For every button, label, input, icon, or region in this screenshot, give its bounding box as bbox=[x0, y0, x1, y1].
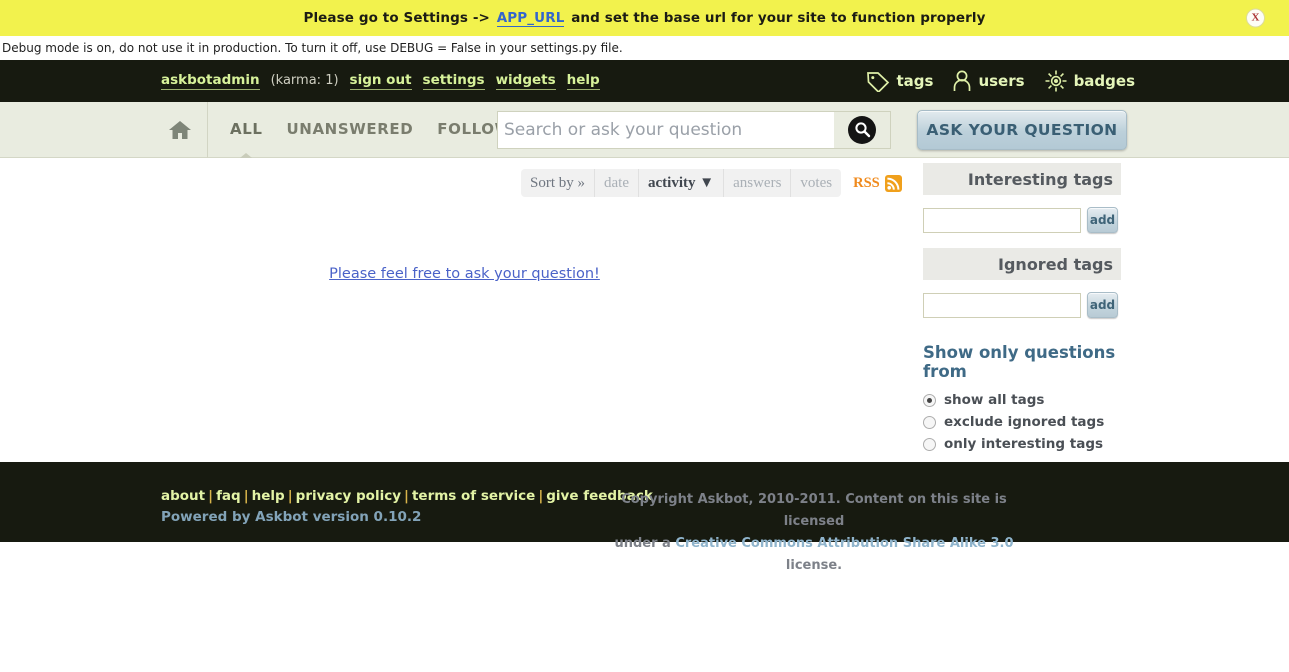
sort-by-label: Sort by » bbox=[521, 169, 596, 197]
nav-item-tags[interactable]: tags bbox=[866, 71, 933, 92]
footer-sep-2: | bbox=[243, 488, 249, 504]
sort-option-votes[interactable]: votes bbox=[791, 169, 841, 197]
footer-link-about[interactable]: about bbox=[161, 488, 205, 504]
banner-text-before: Please go to Settings -> bbox=[303, 10, 495, 26]
footer-sep-4: | bbox=[404, 488, 409, 504]
sort-option-answers[interactable]: answers bbox=[724, 169, 792, 197]
interesting-tags-header: Interesting tags bbox=[923, 163, 1121, 195]
settings-link[interactable]: settings bbox=[422, 72, 485, 90]
filter-option-exclude-ignored-tags[interactable]: exclude ignored tags bbox=[923, 411, 1121, 433]
footer-sep-1: | bbox=[208, 488, 214, 504]
footer-link-help[interactable]: help bbox=[252, 488, 285, 504]
toolbar-divider bbox=[207, 101, 208, 158]
ignored-tags-header: Ignored tags bbox=[923, 248, 1121, 280]
account-links: askbotadmin (karma: 1) sign out settings… bbox=[161, 72, 600, 90]
rss-link[interactable]: RSS bbox=[853, 169, 902, 197]
footer-link-privacy-policy[interactable]: privacy policy bbox=[296, 488, 401, 504]
ignored-tags-row: add bbox=[923, 292, 1121, 318]
secondary-toolbar: ALL UNANSWERED FOLLOWED ASK YOUR QUESTIO… bbox=[0, 101, 1289, 158]
filter-option-show-all-tags-label: show all tags bbox=[944, 392, 1045, 408]
sidebar: Interesting tags add Ignored tags add Sh… bbox=[923, 163, 1121, 455]
ask-question-link[interactable]: Please feel free to ask your question! bbox=[329, 266, 600, 282]
badge-gear-icon bbox=[1044, 69, 1068, 93]
search-icon bbox=[848, 115, 876, 144]
filter-radio-group: show all tags exclude ignored tags only … bbox=[923, 389, 1121, 455]
add-interesting-tag-button[interactable]: add bbox=[1087, 207, 1118, 233]
search-input[interactable] bbox=[498, 111, 834, 148]
sort-option-activity[interactable]: activity ▼ bbox=[639, 169, 725, 197]
filter-option-show-all-tags[interactable]: show all tags bbox=[923, 389, 1121, 411]
app-url-link[interactable]: APP_URL bbox=[496, 10, 565, 27]
empty-state-cta: Please feel free to ask your question! bbox=[0, 263, 929, 282]
radio-icon-only-interesting-tags[interactable] bbox=[923, 437, 936, 451]
footer-link-faq[interactable]: faq bbox=[216, 488, 241, 504]
sort-toolbar: Sort by » date activity ▼ answers votes … bbox=[521, 169, 902, 197]
user-icon bbox=[952, 70, 972, 92]
top-navigation-bar: askbotadmin (karma: 1) sign out settings… bbox=[0, 60, 1289, 102]
footer-sep-3: | bbox=[287, 488, 293, 504]
sort-options-group: Sort by » date activity ▼ answers votes bbox=[521, 169, 842, 197]
copyright-block: Copyright Askbot, 2010-2011. Content on … bbox=[600, 489, 1028, 577]
search-button[interactable] bbox=[834, 111, 890, 148]
top-nav-sections: tags users badges bbox=[866, 69, 1135, 93]
footer-links: about | faq | help | privacy policy | terms of s… bbox=[161, 488, 653, 525]
ignored-tags-input[interactable] bbox=[923, 292, 1081, 318]
username-link[interactable]: askbotadmin bbox=[161, 72, 260, 90]
copyright-line-1: Copyright Askbot, 2010-2011. Content on … bbox=[621, 492, 1007, 529]
powered-by-label: Powered by Askbot version 0.10.2 bbox=[161, 509, 422, 525]
banner-text-after: and set the base url for your site to fu… bbox=[566, 10, 986, 26]
interesting-tags-row: add bbox=[923, 207, 1121, 233]
copyright-under: under a bbox=[614, 536, 676, 551]
search-box[interactable] bbox=[497, 110, 891, 149]
license-link[interactable]: Creative Commons Attribution Share Alike… bbox=[675, 536, 1013, 551]
ignored-tags-section: Ignored tags add bbox=[923, 248, 1121, 318]
radio-icon-show-all-tags[interactable] bbox=[923, 393, 936, 407]
nav-item-tags-label: tags bbox=[896, 72, 934, 90]
nav-item-users[interactable]: users bbox=[952, 70, 1025, 92]
ask-your-question-button[interactable]: ASK YOUR QUESTION bbox=[917, 109, 1127, 150]
widgets-link[interactable]: widgets bbox=[495, 72, 556, 90]
rss-label: RSS bbox=[853, 174, 880, 191]
tab-unanswered[interactable]: UNANSWERED bbox=[287, 120, 414, 140]
filter-option-only-interesting-tags-label: only interesting tags bbox=[944, 436, 1104, 452]
radio-icon-exclude-ignored-tags[interactable] bbox=[923, 415, 936, 429]
footer-links-row: about | faq | help | privacy policy | terms of s… bbox=[161, 488, 653, 504]
page-body: Sort by » date activity ▼ answers votes … bbox=[0, 158, 1289, 462]
sort-option-date[interactable]: date bbox=[595, 169, 639, 197]
tab-all[interactable]: ALL bbox=[230, 120, 263, 140]
close-icon[interactable]: X bbox=[1246, 8, 1265, 28]
footer-link-terms-of-service[interactable]: terms of service bbox=[412, 488, 535, 504]
filter-title: Show only questions from bbox=[923, 343, 1116, 381]
filter-option-only-interesting-tags[interactable]: only interesting tags bbox=[923, 433, 1121, 455]
filter-option-exclude-ignored-tags-label: exclude ignored tags bbox=[944, 414, 1105, 430]
question-scope-tabs: ALL UNANSWERED FOLLOWED bbox=[230, 120, 536, 140]
sign-out-link[interactable]: sign out bbox=[349, 72, 412, 90]
rss-icon bbox=[884, 174, 902, 192]
app-url-warning-banner: Please go to Settings -> APP_URL and set… bbox=[0, 0, 1289, 36]
nav-item-users-label: users bbox=[978, 72, 1025, 90]
nav-item-badges-label: badges bbox=[1073, 72, 1135, 90]
debug-mode-notice: Debug mode is on, do not use it in produ… bbox=[0, 36, 1289, 60]
interesting-tags-input[interactable] bbox=[923, 207, 1081, 233]
copyright-tail: license. bbox=[785, 558, 843, 573]
help-link[interactable]: help bbox=[566, 72, 600, 90]
add-ignored-tag-button[interactable]: add bbox=[1087, 292, 1118, 318]
nav-item-badges[interactable]: badges bbox=[1044, 69, 1135, 93]
home-icon[interactable] bbox=[163, 119, 197, 140]
karma-label: (karma: 1) bbox=[270, 73, 339, 88]
footer-sep-5: | bbox=[538, 488, 544, 504]
site-footer: about | faq | help | privacy policy | terms of s… bbox=[0, 462, 1289, 573]
tag-icon bbox=[866, 71, 890, 92]
